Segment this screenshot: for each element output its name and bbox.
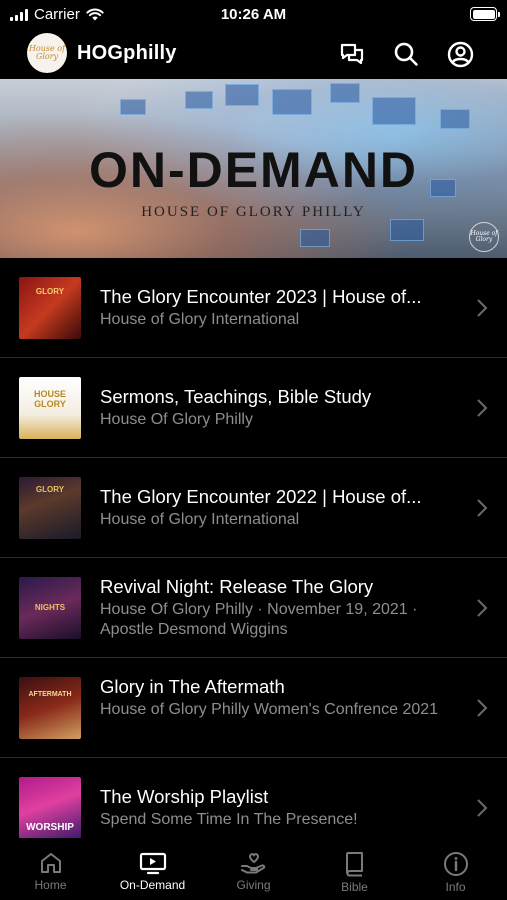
banner-subtitle: HOUSE OF GLORY PHILLY xyxy=(141,204,366,220)
tab-label: Info xyxy=(445,880,466,894)
chevron-right-icon xyxy=(477,799,488,817)
chat-icon[interactable] xyxy=(338,40,366,68)
battery-icon xyxy=(470,7,500,21)
logo-text: House of Glory xyxy=(28,44,66,61)
series-thumbnail: WORSHIP xyxy=(19,777,81,839)
home-icon xyxy=(40,853,61,873)
giving-hand-icon xyxy=(240,853,265,874)
thumbnail-label: HOUSE GLORY xyxy=(33,389,66,409)
chevron-right-icon xyxy=(477,699,488,717)
tab-home[interactable]: Home xyxy=(0,838,101,900)
search-icon[interactable] xyxy=(392,40,420,68)
list-item-subtitle: House of Glory Philly Women's Confrence … xyxy=(100,701,439,718)
list-item-subtitle: House Of Glory Philly · November 19, 202… xyxy=(100,601,418,638)
list-item-title: The Glory Encounter 2023 | House of... xyxy=(100,286,422,307)
tab-bible[interactable]: Bible xyxy=(304,838,405,900)
app-logo[interactable]: House of Glory xyxy=(27,33,67,73)
list-item-subtitle: House Of Glory Philly xyxy=(100,411,253,428)
banner-title: ON-DEMAND xyxy=(88,142,419,198)
app-title: HOGphilly xyxy=(77,42,177,64)
info-icon xyxy=(443,852,468,876)
tab-label: On-Demand xyxy=(119,878,186,892)
list-item[interactable]: GLORY The Glory Encounter 2022 | House o… xyxy=(0,458,507,558)
tab-info[interactable]: Info xyxy=(405,838,506,900)
thumbnail-label: GLORY xyxy=(35,485,65,494)
tab-giving[interactable]: Giving xyxy=(203,838,304,900)
on-demand-banner: ON-DEMAND HOUSE OF GLORY PHILLY House of… xyxy=(0,79,507,258)
chevron-right-icon xyxy=(477,599,488,617)
series-thumbnail: AFTERMATH xyxy=(19,677,81,739)
watermark-text: House of Glory xyxy=(470,230,498,243)
list-item[interactable]: HOUSE GLORY Sermons, Teachings, Bible St… xyxy=(0,358,507,458)
series-thumbnail: HOUSE GLORY xyxy=(19,377,81,439)
list-item[interactable]: AFTERMATH Glory in The Aftermath House o… xyxy=(0,658,507,758)
series-thumbnail: NIGHTS xyxy=(19,577,81,639)
bottom-tab-bar: Home On-Demand Giving Bible Info xyxy=(0,838,507,900)
list-item[interactable]: NIGHTS Revival Night: Release The Glory … xyxy=(0,558,507,658)
tab-label: Home xyxy=(34,878,67,892)
series-thumbnail: GLORY xyxy=(19,277,81,339)
list-item-title: The Glory Encounter 2022 | House of... xyxy=(100,486,422,507)
list-item-subtitle: House of Glory International xyxy=(100,511,300,528)
thumbnail-label: AFTERMATH xyxy=(28,691,72,698)
list-item-subtitle: House of Glory International xyxy=(100,311,300,328)
app-header: House of Glory HOGphilly xyxy=(0,30,507,78)
list-item-title: Sermons, Teachings, Bible Study xyxy=(100,386,372,407)
thumbnail-label: GLORY xyxy=(35,287,65,296)
on-demand-list: GLORY The Glory Encounter 2023 | House o… xyxy=(0,258,507,858)
tab-label: Bible xyxy=(341,880,368,894)
status-time: 10:26 AM xyxy=(220,6,287,23)
banner-watermark-logo: House of Glory xyxy=(469,222,499,252)
bible-book-icon xyxy=(345,852,363,877)
series-thumbnail: GLORY xyxy=(19,477,81,539)
tab-label: Giving xyxy=(236,878,271,892)
chevron-right-icon xyxy=(477,399,488,417)
status-bar: Carrier 10:26 AM xyxy=(0,0,507,30)
list-item[interactable]: GLORY The Glory Encounter 2023 | House o… xyxy=(0,258,507,358)
chevron-right-icon xyxy=(477,499,488,517)
list-item-title: Glory in The Aftermath xyxy=(100,676,285,697)
tv-play-icon xyxy=(139,852,166,875)
list-item-title: Revival Night: Release The Glory xyxy=(100,576,374,597)
thumbnail-label: WORSHIP xyxy=(26,822,74,833)
tab-on-demand[interactable]: On-Demand xyxy=(102,838,203,900)
list-item-subtitle: Spend Some Time In The Presence! xyxy=(100,811,358,828)
thumbnail-label: NIGHTS xyxy=(34,603,66,612)
profile-icon[interactable] xyxy=(446,40,474,68)
list-item-title: The Worship Playlist xyxy=(100,786,269,807)
chevron-right-icon xyxy=(477,299,488,317)
